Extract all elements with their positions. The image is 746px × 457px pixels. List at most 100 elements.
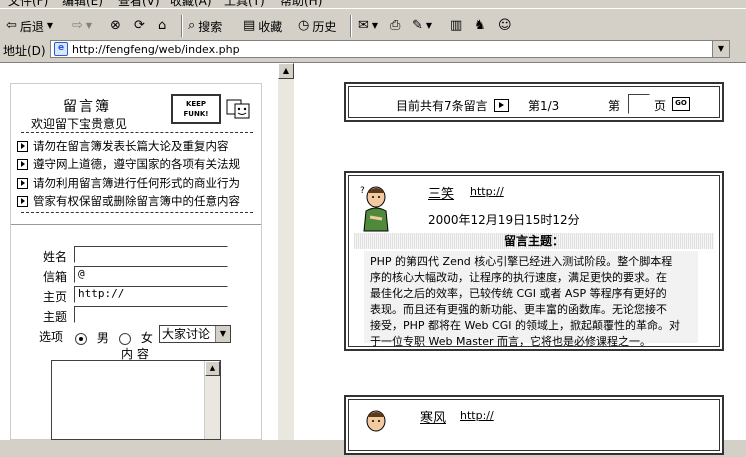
bullet-arrow-icon	[17, 140, 28, 152]
content-textarea[interactable]: ▲	[51, 360, 221, 440]
smiley-faces-icon	[226, 99, 250, 119]
scroll-up-icon[interactable]: ▲	[278, 63, 294, 79]
toolbar-separator	[350, 15, 352, 37]
dropdown-arrow-icon[interactable]: ▼	[86, 19, 92, 33]
textarea-scrollbar[interactable]: ▲	[204, 361, 220, 439]
search-button[interactable]: ⌕ 搜索	[188, 17, 222, 35]
page-number-input[interactable]	[628, 94, 650, 114]
man-avatar	[366, 410, 386, 432]
subject-label: 主题	[43, 310, 68, 324]
rule-text: 请勿利用留言簿进行任何形式的商业行为	[33, 176, 240, 190]
post-subject: 留言主题：	[354, 233, 714, 249]
guestbook-panel: 留言簿 欢迎留下宝贵意见 KEEP FUNK! 请勿在留言簿发表长篇大论及重复内…	[10, 83, 262, 440]
post-body-line: 序的核心大幅改动，让程序的执行速度，满足更快的要求。在	[370, 271, 667, 284]
divider	[21, 132, 253, 133]
category-select[interactable]: 大家讨论 ▼	[159, 325, 231, 343]
message-card: 寒风 http://	[344, 395, 724, 455]
mail-button[interactable]: ✉ ▼	[358, 17, 378, 35]
toolbar-separator	[181, 15, 183, 37]
favorites-label: 收藏	[258, 19, 283, 34]
post-author[interactable]: 寒风	[420, 407, 446, 426]
go-button[interactable]: GO	[672, 97, 690, 111]
section-divider	[11, 224, 261, 225]
forward-button[interactable]: ⇨ ▼	[72, 17, 92, 35]
address-label: 地址(D)	[3, 44, 46, 58]
radio-male[interactable]	[75, 332, 87, 345]
rule-text: 遵守网上道德，遵守国家的各项有关法规	[33, 157, 240, 171]
favorites-button[interactable]: ▤ 收藏	[243, 17, 282, 35]
post-body-line: 最佳化之后的效率，已较传统 CGI 或者 ASP 等程序有更好的	[370, 287, 667, 300]
search-label: 搜索	[198, 19, 223, 34]
left-frame: 留言簿 欢迎留下宝贵意见 KEEP FUNK! 请勿在留言簿发表长篇大论及重复内…	[0, 63, 278, 440]
gender-male-label: 男	[96, 331, 109, 345]
homepage-field[interactable]: http://	[74, 286, 228, 303]
gender-male-option[interactable]: 男	[75, 329, 109, 346]
edit-button[interactable]: ✎ ▼	[412, 17, 432, 35]
browser-viewport: 留言簿 欢迎留下宝贵意见 KEEP FUNK! 请勿在留言簿发表长篇大论及重复内…	[0, 63, 746, 455]
stop-button[interactable]: ⊗	[110, 17, 121, 35]
rule-item: 请勿利用留言簿进行任何形式的商业行为	[17, 175, 240, 191]
goto-suffix: 页	[654, 99, 667, 113]
email-field[interactable]: @	[74, 266, 228, 283]
refresh-icon: ⟳	[134, 18, 145, 33]
post-date: 2000年12月19日15时12分	[428, 213, 580, 227]
address-input[interactable]: e http://fengfeng/web/index.php ▼	[50, 40, 730, 58]
print-button[interactable]: ⎙	[390, 17, 400, 35]
bullet-arrow-icon	[17, 158, 28, 170]
back-button[interactable]: ⇦ 后退 ▼	[6, 17, 53, 35]
discuss-button[interactable]: ▥	[450, 17, 462, 35]
guestbook-subtitle: 欢迎留下宝贵意见	[31, 117, 128, 131]
goto-prefix: 第	[608, 99, 621, 113]
rule-item: 请勿在留言簿发表长篇大论及重复内容	[17, 138, 229, 154]
gender-female-label: 女	[140, 331, 153, 345]
options-label: 选项	[39, 330, 64, 344]
total-messages-text: 目前共有7条留言	[396, 99, 488, 113]
favorites-icon: ▤	[243, 18, 256, 33]
radio-female[interactable]	[119, 332, 131, 345]
mail-icon: ✉	[358, 18, 369, 33]
name-field[interactable]	[74, 246, 228, 263]
next-page-button[interactable]	[494, 98, 509, 112]
gender-female-option[interactable]: 女	[119, 329, 153, 346]
keep-funk-badge: KEEP FUNK!	[171, 94, 221, 124]
messenger-icon: ♞	[474, 18, 486, 33]
ie-page-icon: e	[54, 42, 68, 56]
message-card: ? 三笑 http:// 2000年12月19日15时12分 留言主题： PHP…	[344, 171, 724, 351]
email-label: 信箱	[43, 270, 68, 284]
play-arrow-icon	[494, 99, 509, 112]
refresh-button[interactable]: ⟳	[134, 17, 145, 35]
bullet-arrow-icon	[17, 195, 28, 207]
chat-button[interactable]: ☺	[498, 17, 512, 35]
name-label: 姓名	[43, 250, 68, 264]
home-button[interactable]: ⌂	[158, 17, 166, 35]
dropdown-arrow-icon[interactable]: ▼	[426, 19, 432, 33]
stop-icon: ⊗	[110, 18, 121, 33]
post-body-line: 表现。而且还有更强的新功能、更丰富的函数库。无论您接不	[370, 303, 667, 316]
dropdown-arrow-icon[interactable]: ▼	[372, 19, 378, 33]
post-author[interactable]: 三笑	[428, 183, 454, 202]
post-homepage-link[interactable]: http://	[470, 185, 504, 198]
divider	[21, 212, 253, 213]
messenger-button[interactable]: ♞	[474, 17, 486, 35]
rule-item: 管家有权保留或删除留言簿中的任意内容	[17, 193, 240, 209]
page-indicator: 第1/3	[528, 99, 560, 113]
homepage-label: 主页	[43, 290, 68, 304]
right-frame: 目前共有7条留言 第1/3 第 页 GO ? 三笑 http:// 2000年1…	[294, 63, 746, 455]
chevron-down-icon[interactable]: ▼	[215, 326, 230, 342]
post-body-line: 于一位专职 Web Master 而言，它将也是必修课程之一。	[370, 335, 652, 348]
back-label: 后退	[19, 19, 44, 34]
dropdown-arrow-icon[interactable]: ▼	[47, 19, 53, 33]
thinking-man-avatar: ?	[360, 186, 389, 232]
rule-text: 请勿在留言簿发表长篇大论及重复内容	[33, 139, 229, 153]
scroll-up-icon[interactable]: ▲	[205, 361, 220, 376]
left-frame-scrollbar[interactable]: ▲	[278, 63, 294, 440]
address-bar: 地址(D) e http://fengfeng/web/index.php ▼	[0, 38, 746, 63]
history-label: 历史	[312, 19, 337, 34]
pager-box: 目前共有7条留言 第1/3 第 页 GO	[344, 82, 724, 122]
home-icon: ⌂	[158, 18, 167, 33]
address-dropdown-icon[interactable]: ▼	[712, 41, 729, 57]
post-homepage-link[interactable]: http://	[460, 409, 494, 422]
category-selected-value: 大家讨论	[162, 327, 211, 341]
history-button[interactable]: ◷ 历史	[298, 17, 336, 35]
subject-field[interactable]	[74, 306, 228, 323]
